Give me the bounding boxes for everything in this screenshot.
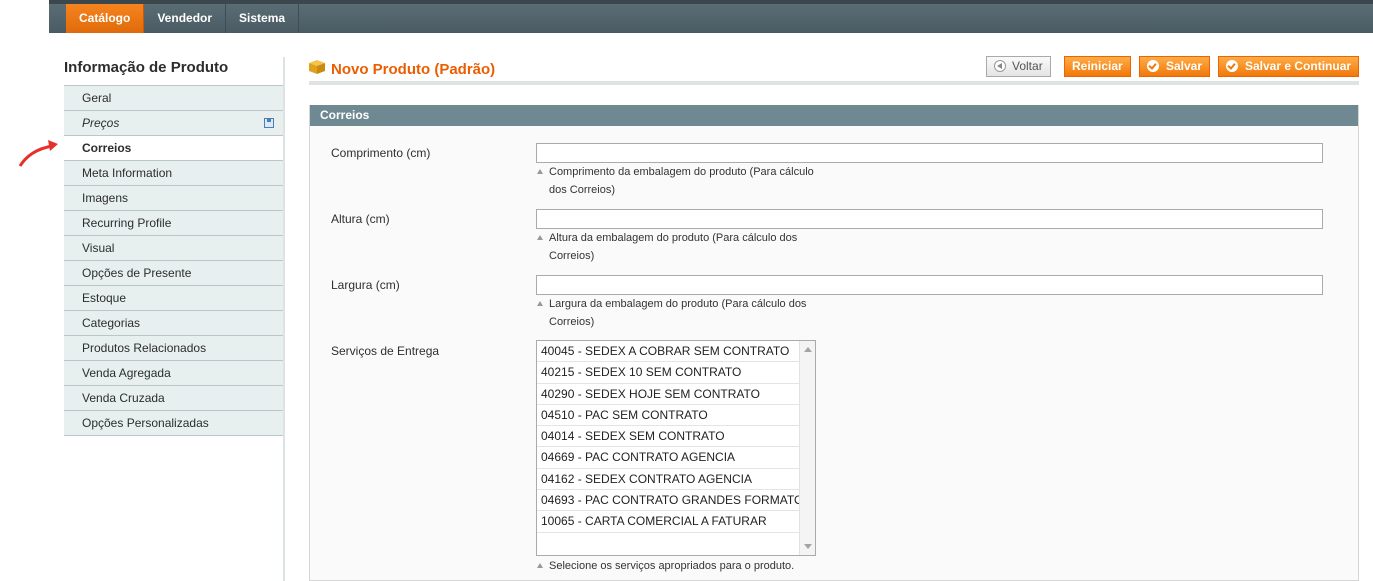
tab-opcoes-personalizadas[interactable]: Opções Personalizadas <box>64 411 284 436</box>
width-label: Largura (cm) <box>331 278 400 292</box>
check-circle-icon <box>1226 60 1238 72</box>
top-navigation-bar: Catálogo Vendedor Sistema <box>49 0 1373 33</box>
scroll-down-icon[interactable] <box>804 544 812 549</box>
save-continue-button[interactable]: Salvar e Continuar <box>1218 56 1360 77</box>
red-arrow-icon <box>18 140 58 167</box>
tab-correios[interactable]: Correios <box>64 136 284 161</box>
column-divider <box>283 57 285 581</box>
save-button[interactable]: Salvar <box>1139 56 1211 77</box>
back-arrow-icon <box>994 60 1006 72</box>
back-label: Voltar <box>1012 59 1043 73</box>
note-icon <box>537 301 543 306</box>
service-option[interactable]: 04510 - PAC SEM CONTRATO <box>537 405 799 427</box>
length-note: Comprimento da embalagem do produto (Par… <box>536 163 826 199</box>
width-note: Largura da embalagem do produto (Para cá… <box>536 295 826 331</box>
page-header: Novo Produto (Padrão) Voltar Reiniciar S… <box>309 55 1360 85</box>
service-option[interactable]: 04014 - SEDEX SEM CONTRATO <box>537 426 799 448</box>
product-tabs: Geral Preços Correios Meta Information I… <box>64 85 284 436</box>
service-option[interactable]: 10065 - CARTA COMERCIAL A FATURAR <box>537 511 799 533</box>
tab-geral[interactable]: Geral <box>64 86 284 111</box>
service-option[interactable]: 04669 - PAC CONTRATO AGENCIA <box>537 447 799 469</box>
sidebar-title: Informação de Produto <box>64 59 229 76</box>
service-option[interactable]: 40215 - SEDEX 10 SEM CONTRATO <box>537 362 799 384</box>
service-option[interactable]: 04162 - SEDEX CONTRATO AGENCIA <box>537 469 799 491</box>
check-circle-icon <box>1147 60 1159 72</box>
height-input[interactable] <box>536 209 1323 229</box>
height-label: Altura (cm) <box>331 212 390 226</box>
services-note-text: Selecione os serviços apropriados para o… <box>549 560 795 572</box>
tab-estoque[interactable]: Estoque <box>64 286 284 311</box>
length-label: Comprimento (cm) <box>331 146 431 160</box>
service-option[interactable]: 40045 - SEDEX A COBRAR SEM CONTRATO <box>537 341 799 363</box>
tab-categorias[interactable]: Categorias <box>64 311 284 336</box>
services-label: Serviços de Entrega <box>331 344 440 358</box>
width-input[interactable] <box>536 275 1323 295</box>
length-input[interactable] <box>536 143 1323 163</box>
save-continue-label: Salvar e Continuar <box>1245 59 1352 73</box>
section-title: Correios <box>310 105 1358 126</box>
save-label: Salvar <box>1166 59 1203 73</box>
page-title: Novo Produto (Padrão) <box>331 61 496 78</box>
tab-venda-cruzada[interactable]: Venda Cruzada <box>64 386 284 411</box>
service-option[interactable]: 40290 - SEDEX HOJE SEM CONTRATO <box>537 384 799 405</box>
tab-label: Preços <box>82 116 120 130</box>
height-note: Altura da embalagem do produto (Para cál… <box>536 229 826 265</box>
correios-fieldset: Correios Comprimento (cm) Comprimento da… <box>309 105 1359 581</box>
tab-visual[interactable]: Visual <box>64 236 284 261</box>
product-box-icon <box>309 60 325 74</box>
height-note-text: Altura da embalagem do produto (Para cál… <box>549 232 798 262</box>
note-icon <box>537 235 543 240</box>
main-menu: Catálogo Vendedor Sistema <box>66 4 300 33</box>
changed-save-icon <box>264 118 274 128</box>
menu-vendedor[interactable]: Vendedor <box>144 4 227 33</box>
tab-precos[interactable]: Preços <box>64 111 284 136</box>
width-note-text: Largura da embalagem do produto (Para cá… <box>549 298 807 328</box>
service-option[interactable]: 04693 - PAC CONTRATO GRANDES FORMATOS <box>537 490 799 512</box>
tab-produtos-relacionados[interactable]: Produtos Relacionados <box>64 336 284 361</box>
tab-imagens[interactable]: Imagens <box>64 186 284 211</box>
services-scrollbar[interactable] <box>799 341 815 555</box>
menu-catalogo[interactable]: Catálogo <box>66 4 145 33</box>
length-note-text: Comprimento da embalagem do produto (Par… <box>549 166 814 196</box>
tab-venda-agregada[interactable]: Venda Agregada <box>64 361 284 386</box>
note-icon <box>537 563 543 568</box>
services-multiselect[interactable]: 40045 - SEDEX A COBRAR SEM CONTRATO 4021… <box>536 340 816 556</box>
scroll-up-icon[interactable] <box>804 347 812 352</box>
menu-sistema[interactable]: Sistema <box>226 4 300 33</box>
services-note: Selecione os serviços apropriados para o… <box>536 557 936 575</box>
note-icon <box>537 169 543 174</box>
tab-opcoes-de-presente[interactable]: Opções de Presente <box>64 261 284 286</box>
tab-meta-information[interactable]: Meta Information <box>64 161 284 186</box>
reset-button[interactable]: Reiniciar <box>1064 56 1131 77</box>
reset-label: Reiniciar <box>1072 59 1123 73</box>
back-button[interactable]: Voltar <box>986 56 1051 77</box>
tab-recurring-profile[interactable]: Recurring Profile <box>64 211 284 236</box>
